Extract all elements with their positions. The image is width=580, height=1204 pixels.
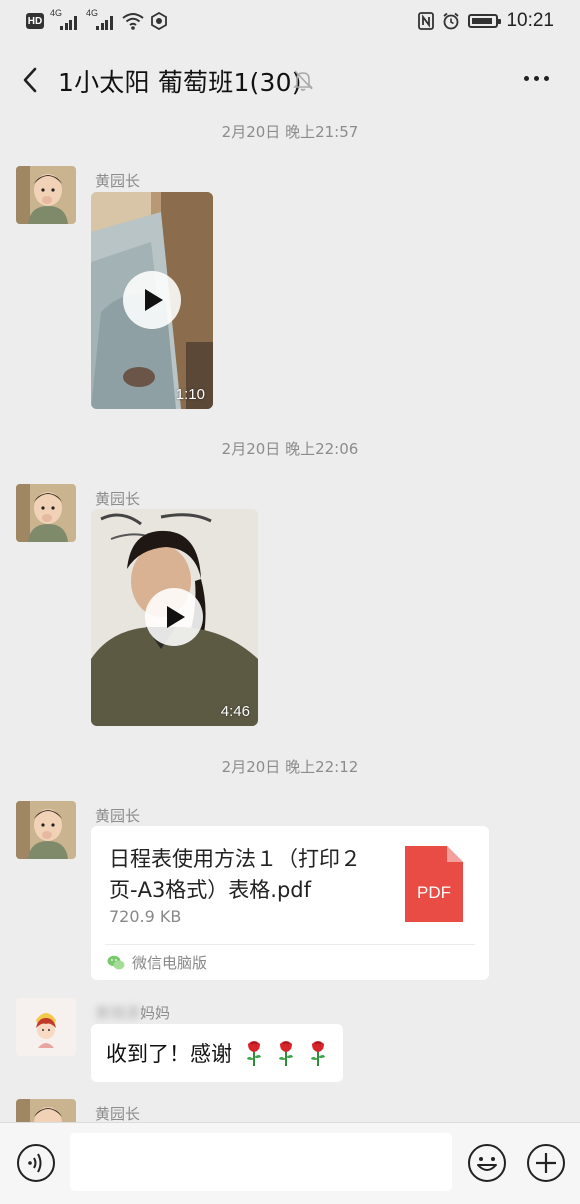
battery-icon — [468, 14, 502, 28]
text-message[interactable]: 收到了！感谢 — [91, 1024, 343, 1082]
video-duration: 4:46 — [220, 703, 250, 720]
play-icon[interactable] — [145, 588, 203, 646]
more-icon[interactable] — [524, 70, 554, 86]
hotspot-icon — [151, 12, 167, 30]
rose-icon — [247, 1041, 261, 1066]
file-message[interactable]: 日程表使用方法１（打印２页-A3格式）表格.pdf 720.9 KB PDF 微… — [91, 826, 489, 980]
alarm-icon — [443, 12, 460, 30]
emoji-icon[interactable] — [467, 1143, 507, 1183]
sender-name: 黄园长 — [95, 172, 141, 190]
avatar[interactable] — [16, 166, 76, 224]
file-size: 720.9 KB — [109, 907, 182, 926]
video-duration: 1:10 — [175, 386, 205, 403]
pdf-label: PDF — [417, 883, 451, 902]
chat-header: 1小太阳 葡萄班1(30) — [0, 44, 580, 116]
plus-icon[interactable] — [526, 1143, 566, 1183]
sender-name-blurred: 黄锦源 — [95, 1004, 141, 1022]
status-right: 10:21 — [418, 10, 554, 32]
nfc-icon — [418, 12, 435, 30]
status-clock: 10:21 — [506, 10, 554, 31]
signal-4g-icon: 4G — [86, 8, 116, 30]
file-source: 微信电脑版 — [107, 952, 207, 973]
file-source-label: 微信电脑版 — [132, 954, 208, 972]
rose-icon — [279, 1041, 293, 1066]
status-left: HD 4G 4G — [26, 8, 168, 30]
avatar[interactable] — [16, 484, 76, 542]
signal-4g-icon: 4G — [50, 8, 80, 30]
chat-title: 1小太阳 葡萄班1(30) — [58, 68, 302, 97]
back-arrow-icon[interactable] — [14, 60, 50, 100]
sender-name-suffix: 妈妈 — [140, 1004, 171, 1022]
message-timestamp: 2月20日 晚上22:12 — [221, 758, 359, 776]
wechat-logo-icon — [107, 955, 125, 969]
sender-name: 黄园长 — [95, 807, 141, 825]
video-message[interactable]: 4:46 — [91, 509, 258, 726]
avatar[interactable] — [16, 801, 76, 859]
message-timestamp: 2月20日 晚上21:57 — [221, 123, 359, 141]
video-message[interactable]: 1:10 — [91, 192, 213, 409]
play-icon[interactable] — [123, 271, 181, 329]
status-bar: HD 4G 4G 10:21 — [0, 0, 580, 44]
message-timestamp: 2月20日 晚上22:06 — [221, 440, 359, 458]
input-bar — [0, 1122, 580, 1204]
sender-name: 黄锦源 妈妈 — [95, 1002, 170, 1023]
wifi-icon — [122, 13, 144, 30]
pdf-file-icon: PDF — [405, 846, 463, 922]
hd-badge: HD — [26, 13, 44, 29]
file-name: 日程表使用方法１（打印２页-A3格式）表格.pdf — [109, 847, 361, 902]
sender-name: 黄园长 — [95, 490, 141, 508]
rose-icon — [311, 1041, 325, 1066]
mute-bell-icon — [293, 70, 313, 91]
file-divider — [105, 944, 475, 945]
avatar[interactable] — [16, 998, 76, 1056]
message-input[interactable] — [70, 1133, 452, 1191]
sender-name: 黄园长 — [95, 1105, 141, 1123]
message-text: 收到了！感谢 — [106, 1042, 232, 1066]
voice-icon[interactable] — [16, 1143, 56, 1183]
